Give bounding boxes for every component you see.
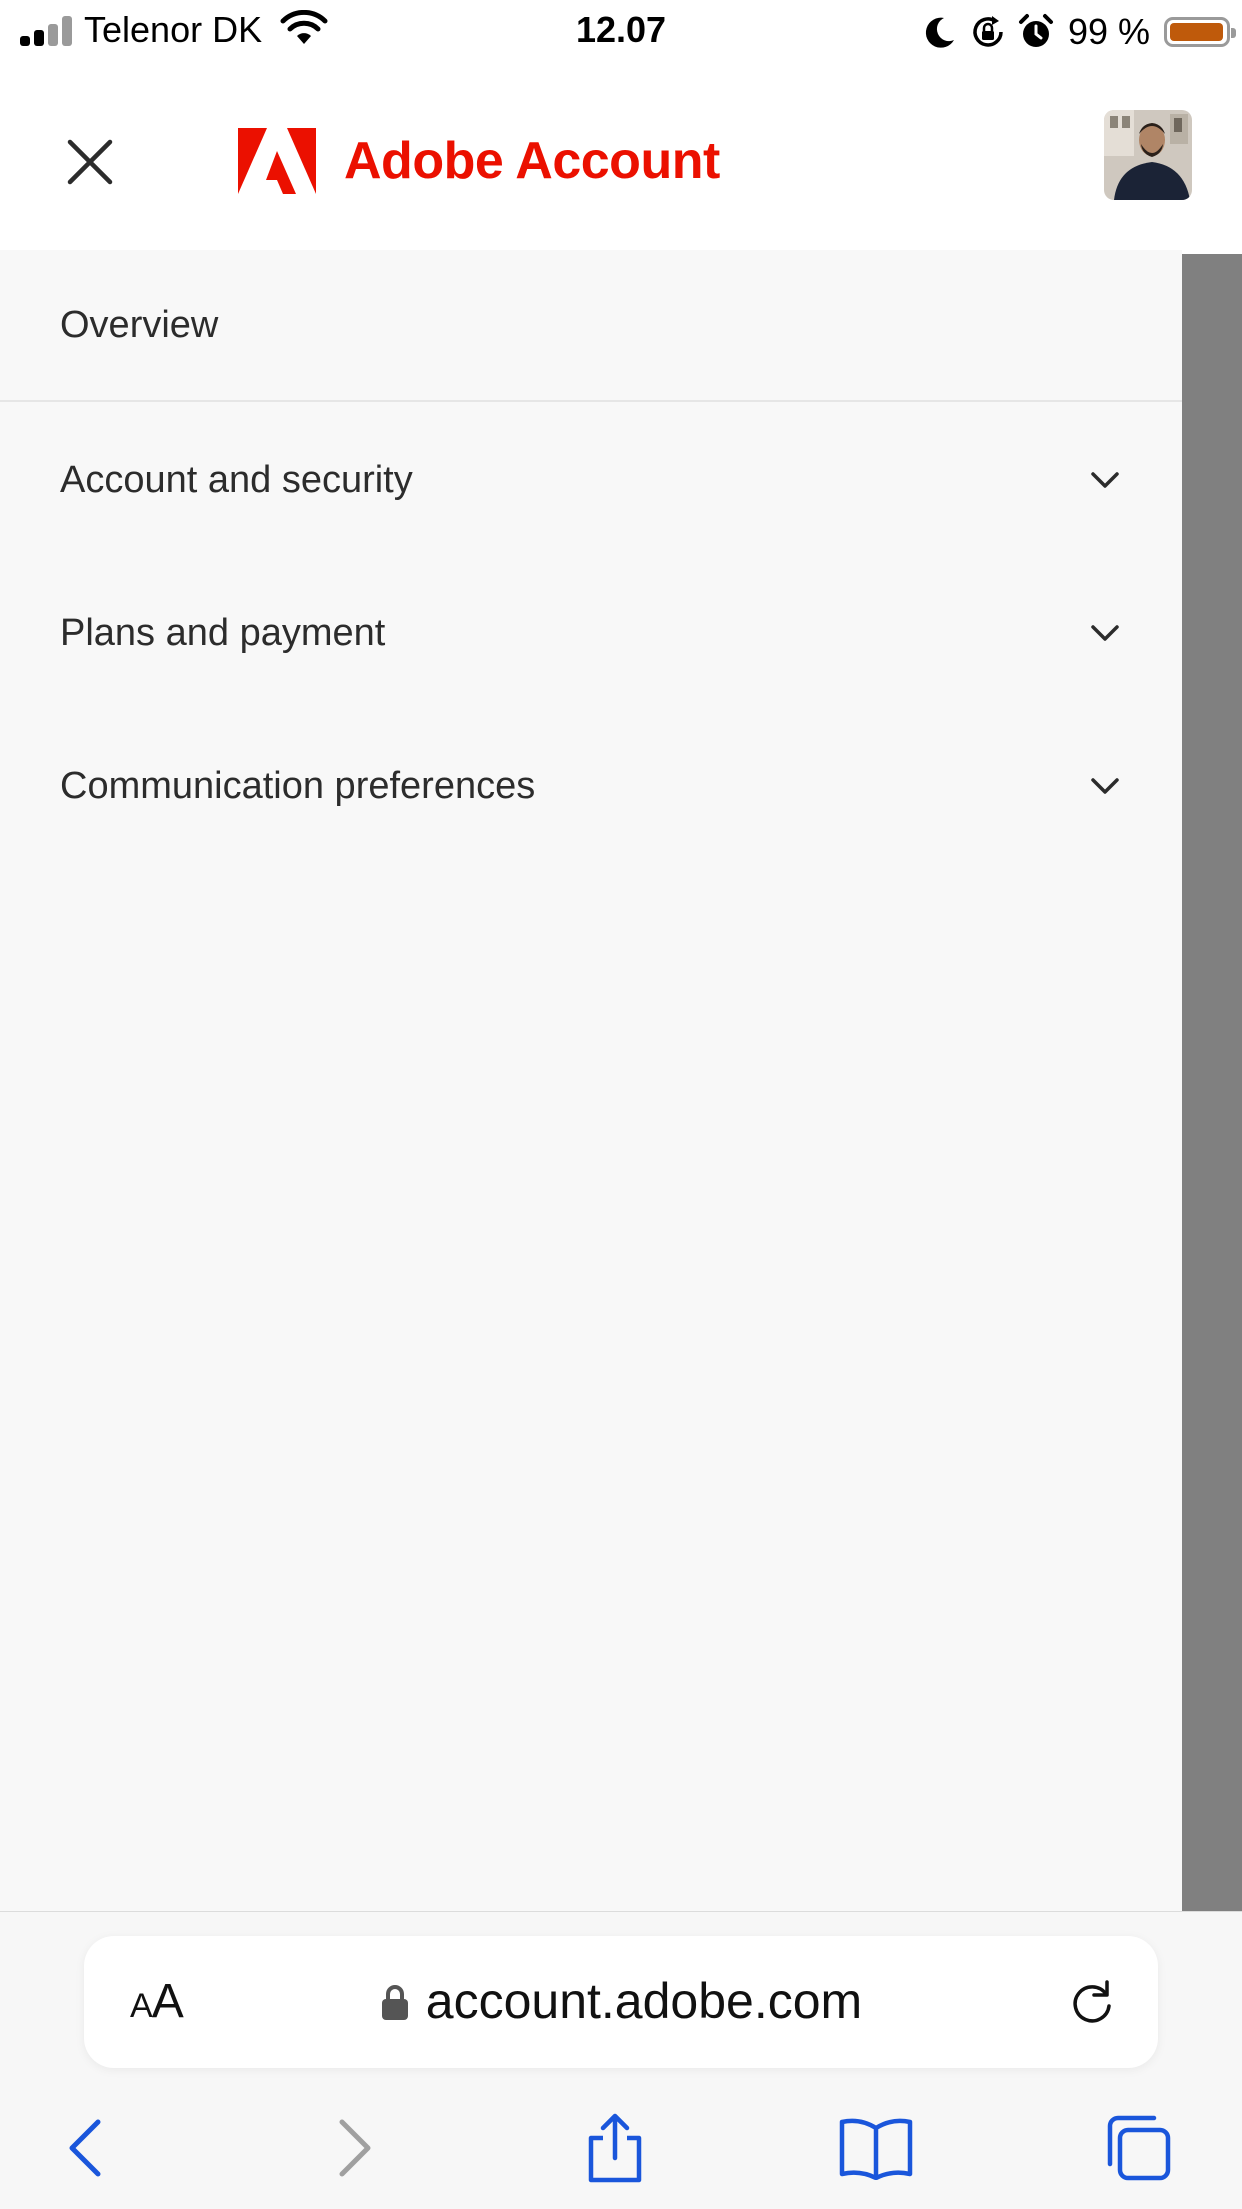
brand[interactable]: Adobe Account [238,122,720,200]
menu-item-label: Plans and payment [60,611,386,654]
menu-item-communication-preferences[interactable]: Communication preferences [0,710,1182,862]
menu-item-account-and-security[interactable]: Account and security [0,404,1182,556]
avatar[interactable] [1104,110,1192,200]
brand-name: Adobe Account [344,132,720,190]
chevron-down-icon [1091,778,1119,794]
bookmarks-button[interactable] [836,2108,916,2188]
overlay-scrim[interactable] [1182,254,1242,1911]
navigation-menu: Overview Account and security Plans and … [0,250,1182,1911]
close-icon[interactable] [60,132,120,192]
lock-icon [381,1985,408,2020]
tabs-button[interactable] [1098,2108,1178,2188]
forward-icon [339,2119,371,2177]
chevron-down-icon [1091,625,1119,641]
menu-item-overview[interactable]: Overview [0,250,1182,402]
status-icons: 99 % [920,10,1236,54]
app-header: Adobe Account [0,64,1242,250]
forward-button[interactable] [314,2108,394,2188]
battery-level [1170,23,1224,41]
menu-item-label: Communication preferences [60,764,536,807]
bookmarks-icon [839,2118,913,2180]
moon-icon [925,17,954,48]
adobe-logo-icon [238,128,316,194]
reload-icon[interactable] [1066,1976,1118,2028]
chevron-down-icon [1091,472,1119,488]
menu-item-label: Overview [60,303,219,346]
avatar-photo [1104,110,1192,200]
battery-percent: 99 % [1067,11,1150,52]
tabs-icon [1107,2115,1171,2181]
orientation-lock-icon [973,16,1003,47]
address-bar[interactable]: AA account.adobe.com [84,1936,1158,2068]
share-icon [588,2113,642,2183]
url-text: account.adobe.com [425,1973,863,2029]
battery-icon [1164,17,1236,47]
status-bar: Telenor DK 12.07 99 % [0,0,1242,64]
alarm-icon [1018,14,1053,47]
menu-item-label: Account and security [60,458,413,501]
browser-toolbar: AA account.adobe.com [0,1911,1242,2209]
url-display[interactable]: account.adobe.com [84,1972,1158,2030]
menu-item-plans-and-payment[interactable]: Plans and payment [0,557,1182,709]
back-icon [69,2119,101,2177]
share-button[interactable] [575,2108,655,2188]
back-button[interactable] [46,2108,126,2188]
